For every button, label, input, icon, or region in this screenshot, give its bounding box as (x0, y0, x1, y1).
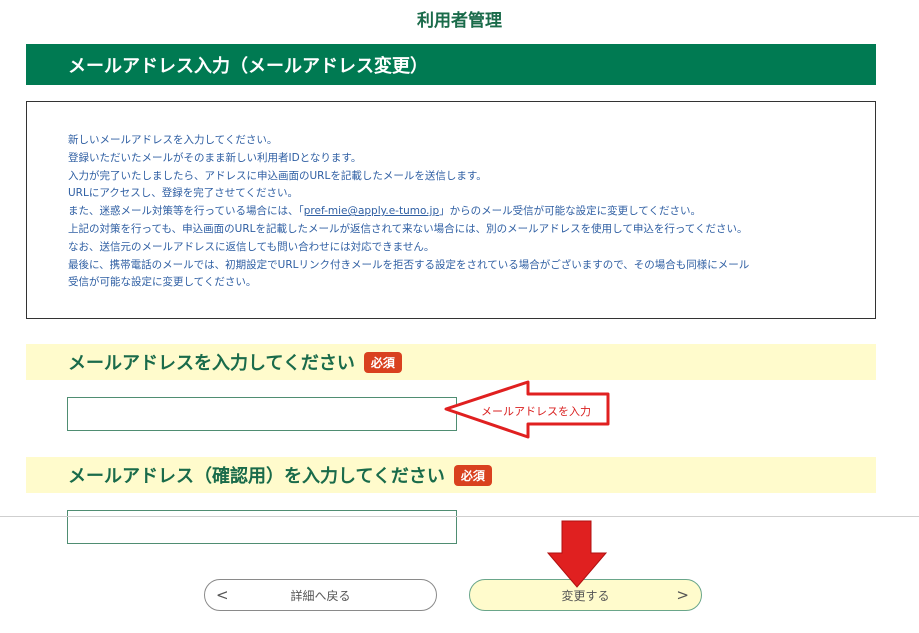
annotation-layer (444, 380, 610, 588)
page: 利用者管理 メールアドレス入力（メールアドレス変更） 新しいメールアドレスを入力… (0, 0, 919, 633)
down-arrow-annotation-icon (546, 520, 608, 588)
email-hint-annotation: メールアドレスを入力 (481, 405, 591, 418)
